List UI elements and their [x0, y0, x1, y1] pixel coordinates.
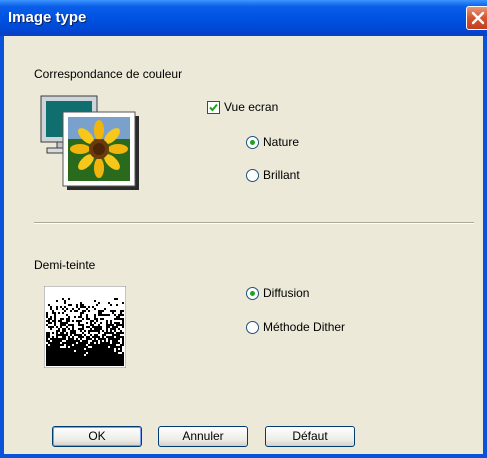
window-title: Image type	[8, 9, 87, 26]
image-type-dialog: Image type Correspondance de couleur Vue…	[0, 0, 487, 458]
ok-button[interactable]: OK	[52, 426, 142, 447]
diffusion-label[interactable]: Diffusion	[263, 286, 309, 300]
cancel-button[interactable]: Annuler	[158, 426, 248, 447]
halftone-label: Demi-teinte	[34, 258, 96, 272]
nature-label[interactable]: Nature	[263, 135, 299, 149]
title-bar[interactable]: Image type	[0, 0, 487, 36]
dither-pattern-icon	[43, 285, 127, 369]
dither-method-label[interactable]: Méthode Dither	[263, 320, 345, 334]
color-matching-label: Correspondance de couleur	[34, 67, 183, 81]
screen-view-checkbox[interactable]	[207, 101, 220, 114]
screen-view-label[interactable]: Vue ecran	[224, 100, 278, 114]
section-divider	[34, 222, 474, 224]
close-button[interactable]	[466, 6, 487, 30]
close-icon	[471, 11, 485, 25]
window-frame-right	[483, 36, 487, 458]
radio-selected-dot	[250, 140, 255, 145]
checkmark-icon	[209, 103, 218, 112]
brilliant-label[interactable]: Brillant	[263, 168, 300, 182]
window-frame-left	[0, 36, 4, 458]
nature-radio[interactable]	[246, 136, 259, 149]
radio-selected-dot	[250, 291, 255, 296]
diffusion-radio[interactable]	[246, 287, 259, 300]
monitor-sunflower-icon	[39, 94, 141, 192]
brilliant-radio[interactable]	[246, 169, 259, 182]
dither-method-radio[interactable]	[246, 321, 259, 334]
default-button[interactable]: Défaut	[265, 426, 355, 447]
window-frame-bottom	[0, 454, 487, 458]
